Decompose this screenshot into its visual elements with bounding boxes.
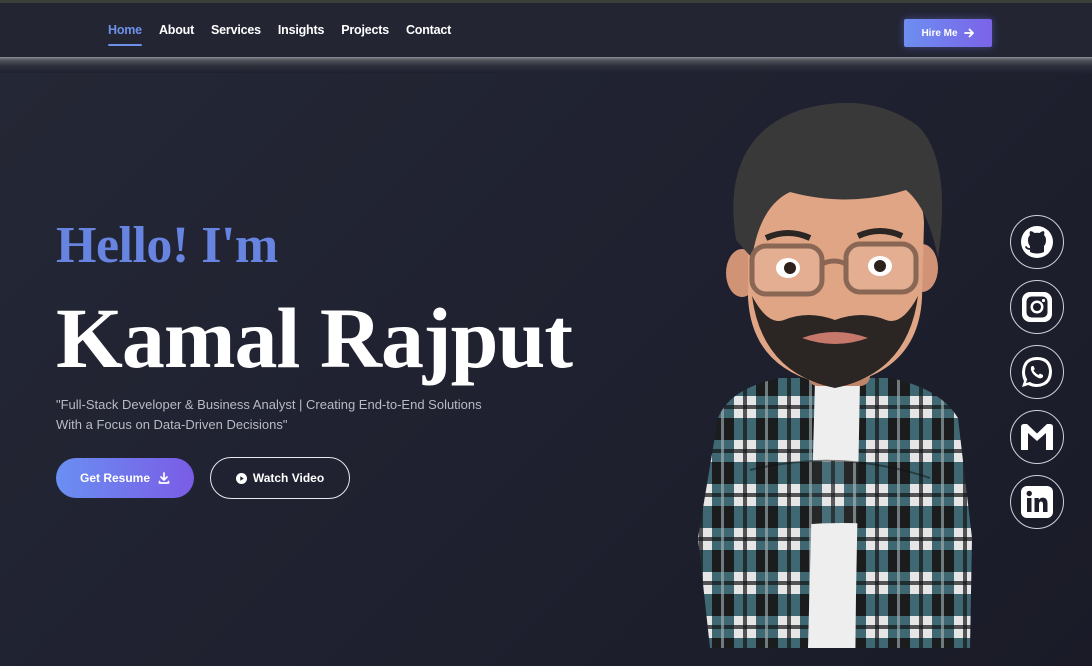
instagram-link[interactable]	[1010, 280, 1064, 334]
github-icon	[1021, 226, 1053, 258]
gmail-icon	[1021, 424, 1053, 450]
linkedin-link[interactable]	[1010, 475, 1064, 529]
arrow-right-icon	[963, 28, 974, 38]
social-links	[1010, 215, 1064, 529]
tagline-line-2: With a Focus on Data-Driven Decisions"	[56, 417, 288, 432]
tagline-line-1: "Full-Stack Developer & Business Analyst…	[56, 397, 482, 412]
shirt	[698, 378, 972, 648]
hero-name: Kamal Rajput	[56, 290, 573, 386]
avatar-illustration	[698, 102, 972, 648]
hire-me-button[interactable]: Hire Me	[904, 19, 992, 47]
linkedin-icon	[1021, 486, 1053, 518]
gmail-link[interactable]	[1010, 410, 1064, 464]
whatsapp-icon	[1022, 357, 1052, 387]
hire-me-label: Hire Me	[921, 27, 958, 39]
navbar-shadow	[0, 57, 1092, 73]
navbar: Home About Services Insights Projects Co…	[0, 3, 1092, 57]
get-resume-button[interactable]: Get Resume	[56, 458, 194, 498]
watch-video-label: Watch Video	[252, 471, 325, 485]
get-resume-label: Get Resume	[79, 471, 151, 485]
hero-tagline: "Full-Stack Developer & Business Analyst…	[56, 395, 506, 435]
nav-link-contact[interactable]: Contact	[406, 23, 451, 46]
play-circle-icon	[235, 472, 247, 484]
watch-video-button[interactable]: Watch Video	[210, 457, 350, 499]
whatsapp-link[interactable]	[1010, 345, 1064, 399]
hero-greeting: Hello! I'm	[56, 217, 278, 274]
nav-link-about[interactable]: About	[159, 23, 194, 46]
instagram-icon	[1022, 292, 1052, 322]
download-icon	[158, 472, 170, 484]
nav-link-insights[interactable]: Insights	[278, 23, 325, 46]
nav-link-home[interactable]: Home	[108, 23, 142, 46]
nav-links: Home About Services Insights Projects Co…	[108, 23, 451, 46]
nav-link-services[interactable]: Services	[211, 23, 261, 46]
github-link[interactable]	[1010, 215, 1064, 269]
nav-link-projects[interactable]: Projects	[341, 23, 389, 46]
